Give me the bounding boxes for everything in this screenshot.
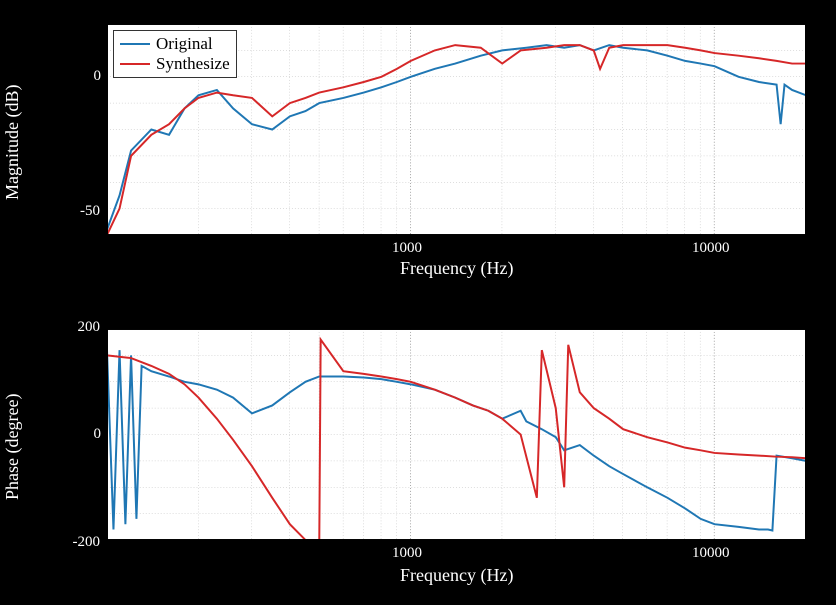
ph-ylabel: Phase (degree): [2, 394, 23, 500]
mag-ytick-m50: -50: [70, 203, 100, 220]
phase-plot-svg: [105, 327, 808, 542]
ph-ytick-200: 200: [72, 319, 100, 336]
mag-xlabel: Frequency (Hz): [400, 258, 513, 279]
legend-swatch-synthesize: [120, 63, 150, 65]
legend-label-original: Original: [156, 34, 213, 54]
legend-swatch-original: [120, 43, 150, 45]
ph-ytick-0: 0: [86, 426, 101, 443]
mag-xtick-1000: 1000: [392, 240, 422, 257]
phase-synthesize-line: [107, 340, 806, 540]
phase-chart: [105, 327, 808, 542]
mag-xtick-10000: 10000: [692, 240, 730, 257]
mag-ylabel: Magnitude (dB): [2, 85, 23, 200]
legend-row-synthesize: Synthesize: [120, 54, 230, 74]
ph-xtick-10000: 10000: [692, 545, 730, 562]
phase-original-line: [107, 350, 806, 530]
magnitude-chart: Original Synthesize: [105, 22, 808, 237]
ph-xlabel: Frequency (Hz): [400, 565, 513, 586]
ph-ytick-m200: -200: [64, 534, 100, 551]
legend-row-original: Original: [120, 34, 230, 54]
mag-ytick-0: 0: [86, 68, 101, 85]
legend: Original Synthesize: [113, 30, 237, 78]
legend-label-synthesize: Synthesize: [156, 54, 230, 74]
ph-xtick-1000: 1000: [392, 545, 422, 562]
